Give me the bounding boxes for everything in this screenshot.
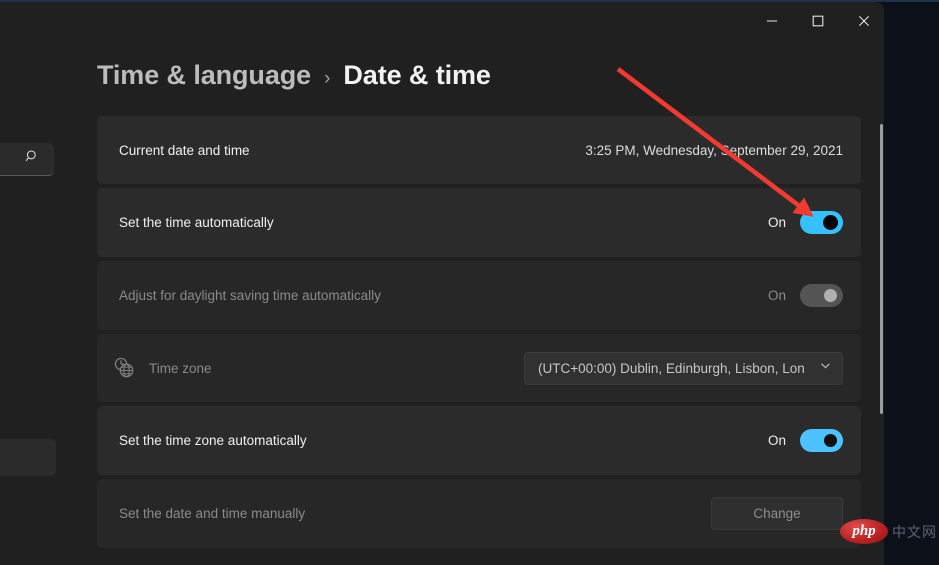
watermark-badge-label: php [852,523,875,540]
row-set-time-zone-automatically[interactable]: Set the time zone automatically On [97,406,861,475]
sidebar-item-partial[interactable] [0,439,56,476]
row-daylight-saving: Adjust for daylight saving time automati… [97,261,861,330]
window-titlebar[interactable] [0,2,884,39]
row-time-zone: Time zone (UTC+00:00) Dublin, Edinburgh,… [97,334,861,402]
minimize-icon [766,15,778,27]
settings-window: Time & language › Date & time Current da… [0,2,884,565]
set-time-automatically-state: On [768,215,786,230]
daylight-saving-state: On [768,288,786,303]
scrollbar-thumb[interactable] [880,124,883,414]
set-time-automatically-toggle[interactable] [800,211,843,234]
search-icon [25,149,40,169]
time-zone-selected-value: (UTC+00:00) Dublin, Edinburgh, Lisbon, L… [538,361,815,376]
breadcrumb: Time & language › Date & time [97,60,491,91]
minimize-button[interactable] [749,2,795,39]
time-zone-dropdown[interactable]: (UTC+00:00) Dublin, Edinburgh, Lisbon, L… [524,352,843,385]
maximize-button[interactable] [795,2,841,39]
current-date-time-label: Current date and time [119,143,250,158]
chevron-down-icon [819,359,832,377]
change-button-label: Change [753,506,800,521]
toggle-knob [823,215,838,230]
set-time-zone-automatically-toggle[interactable] [800,429,843,452]
set-time-zone-automatically-state: On [768,433,786,448]
daylight-saving-label: Adjust for daylight saving time automati… [119,288,381,303]
close-button[interactable] [841,2,884,39]
row-set-date-time-manually: Set the date and time manually Change [97,479,861,548]
daylight-saving-toggle [800,284,843,307]
current-date-time-value: 3:25 PM, Wednesday, September 29, 2021 [585,143,843,158]
breadcrumb-separator-icon: › [324,68,330,90]
toggle-knob [824,289,837,302]
maximize-icon [812,15,824,27]
set-date-time-manually-label: Set the date and time manually [119,506,305,521]
set-time-zone-automatically-label: Set the time zone automatically [119,433,307,448]
set-time-automatically-label: Set the time automatically [119,215,274,230]
row-current-date-time: Current date and time 3:25 PM, Wednesday… [97,116,861,184]
change-button[interactable]: Change [711,497,843,530]
search-input[interactable] [0,143,54,176]
watermark-badge: php [840,519,888,544]
time-zone-label: Time zone [149,361,212,376]
page-title: Date & time [343,60,490,91]
close-icon [858,15,870,27]
watermark-text: 中文网 [892,522,937,542]
row-set-time-automatically[interactable]: Set the time automatically On [97,188,861,257]
breadcrumb-parent-link[interactable]: Time & language [97,60,311,91]
world-clock-icon [111,355,137,381]
toggle-knob [824,434,837,447]
vertical-scrollbar[interactable] [878,112,884,552]
watermark: php 中文网 [840,519,937,544]
